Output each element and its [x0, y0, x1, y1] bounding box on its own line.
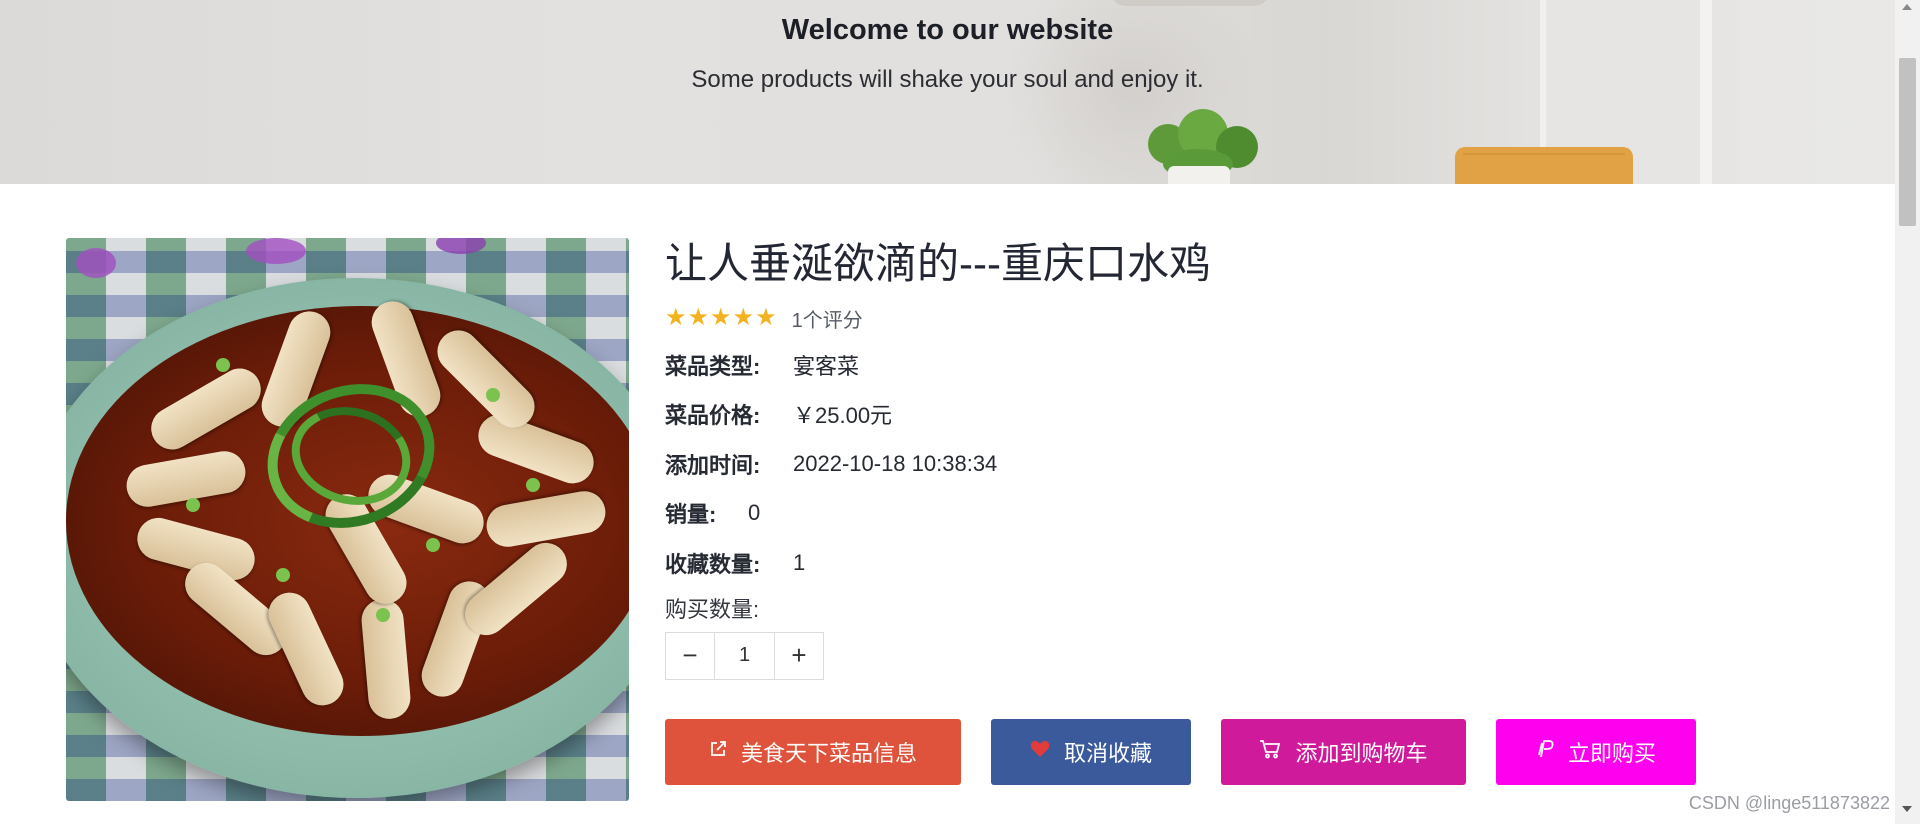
rating: ★ ★ ★ ★ ★ 1个评分	[665, 304, 1765, 332]
product-title: 让人垂涎欲滴的---重庆口水鸡	[665, 240, 1211, 287]
hero-subtitle: Some products will shake your soul and e…	[691, 66, 1204, 93]
quantity-label: 购买数量:	[665, 596, 760, 622]
scroll-down-icon[interactable]	[1902, 806, 1912, 812]
increase-button[interactable]: +	[775, 633, 823, 679]
quantity-input[interactable]: 1	[714, 632, 775, 679]
buy-now-button[interactable]: 立即购买	[1496, 718, 1696, 785]
detail-row-sales: 销量: 0	[665, 489, 1765, 539]
unfavorite-label: 取消收藏	[1063, 740, 1152, 766]
detail-value: 0	[748, 500, 761, 526]
plus-icon: +	[791, 640, 807, 670]
lamp-decoration	[1110, 0, 1270, 6]
detail-value: ￥25.00元	[793, 403, 893, 429]
add-to-cart-button[interactable]: 添加到购物车	[1221, 718, 1466, 785]
product-details: 让人垂涎欲滴的---重庆口水鸡 ★ ★ ★ ★ ★ 1个评分 菜品类型: 宴客菜…	[665, 236, 1765, 785]
hero-banner: Welcome to our website Some products wil…	[0, 0, 1895, 184]
heart-icon	[1030, 740, 1050, 764]
paypal-icon	[1536, 739, 1554, 765]
detail-row-type: 菜品类型: 宴客菜	[665, 340, 1765, 390]
detail-label: 收藏数量:	[665, 551, 761, 577]
scroll-thumb[interactable]	[1899, 58, 1916, 226]
star-icon: ★	[755, 304, 777, 331]
external-link-icon	[709, 740, 727, 764]
unfavorite-button[interactable]: 取消收藏	[991, 718, 1191, 785]
star-icon: ★	[710, 304, 732, 331]
scroll-up-icon[interactable]	[1902, 4, 1912, 10]
detail-label: 菜品类型:	[665, 353, 761, 379]
detail-label: 添加时间:	[665, 452, 761, 478]
detail-value: 2022-10-18 10:38:34	[793, 450, 998, 476]
review-count: 1个评分	[791, 309, 863, 332]
product-image	[66, 238, 629, 801]
star-icon: ★	[687, 304, 710, 331]
chair-decoration	[1455, 147, 1633, 184]
minus-icon: −	[682, 640, 698, 670]
star-icon: ★	[665, 304, 687, 331]
detail-value: 宴客菜	[793, 353, 860, 379]
vertical-scrollbar[interactable]	[1895, 0, 1920, 824]
cart-icon	[1259, 739, 1281, 765]
action-buttons: 美食天下菜品信息 取消收藏 添加到购物车 立即购买	[665, 718, 1765, 785]
star-icon: ★	[732, 304, 755, 331]
plant-decoration	[1128, 104, 1268, 184]
detail-label: 销量:	[665, 502, 717, 528]
detail-value: 1	[793, 549, 806, 575]
detail-row-price: 菜品价格: ￥25.00元	[665, 390, 1765, 440]
detail-row-added-time: 添加时间: 2022-10-18 10:38:34	[665, 439, 1765, 489]
decrease-button[interactable]: −	[666, 633, 714, 679]
dish-info-button[interactable]: 美食天下菜品信息	[665, 718, 961, 785]
detail-row-favorites: 收藏数量: 1	[665, 538, 1765, 588]
watermark: CSDN @linge511873822	[1688, 793, 1890, 813]
dish-info-label: 美食天下菜品信息	[740, 740, 917, 766]
hero-title: Welcome to our website	[781, 14, 1114, 46]
quantity-stepper: − 1 +	[665, 631, 824, 680]
buy-now-label: 立即购买	[1567, 740, 1656, 766]
detail-label: 菜品价格:	[665, 403, 761, 429]
detail-list: 菜品类型: 宴客菜 菜品价格: ￥25.00元 添加时间: 2022-10-18…	[665, 340, 1765, 588]
add-to-cart-label: 添加到购物车	[1295, 740, 1428, 766]
